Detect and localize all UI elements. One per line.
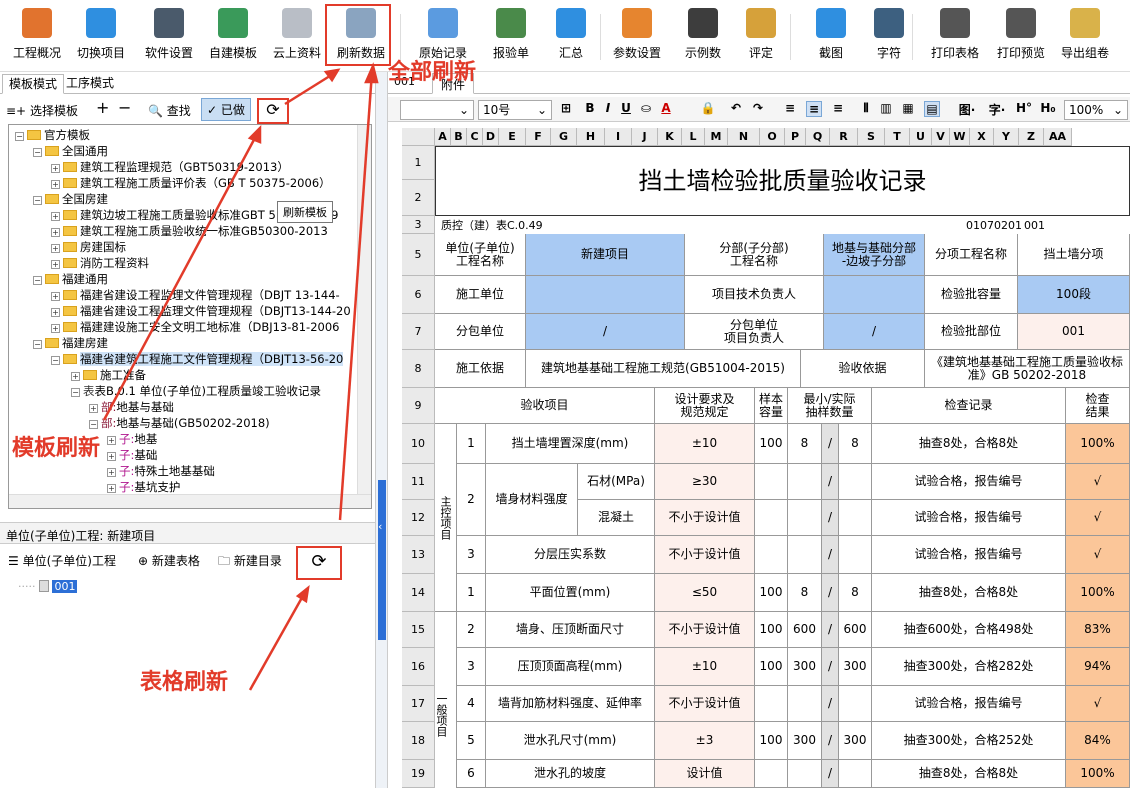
template-refresh-label: 模板刷新 [12,436,101,461]
table-refresh-label: 表格刷新 [140,670,229,695]
refresh-data-highlight [325,4,391,66]
all-refresh-label: 全部刷新 [388,60,477,85]
